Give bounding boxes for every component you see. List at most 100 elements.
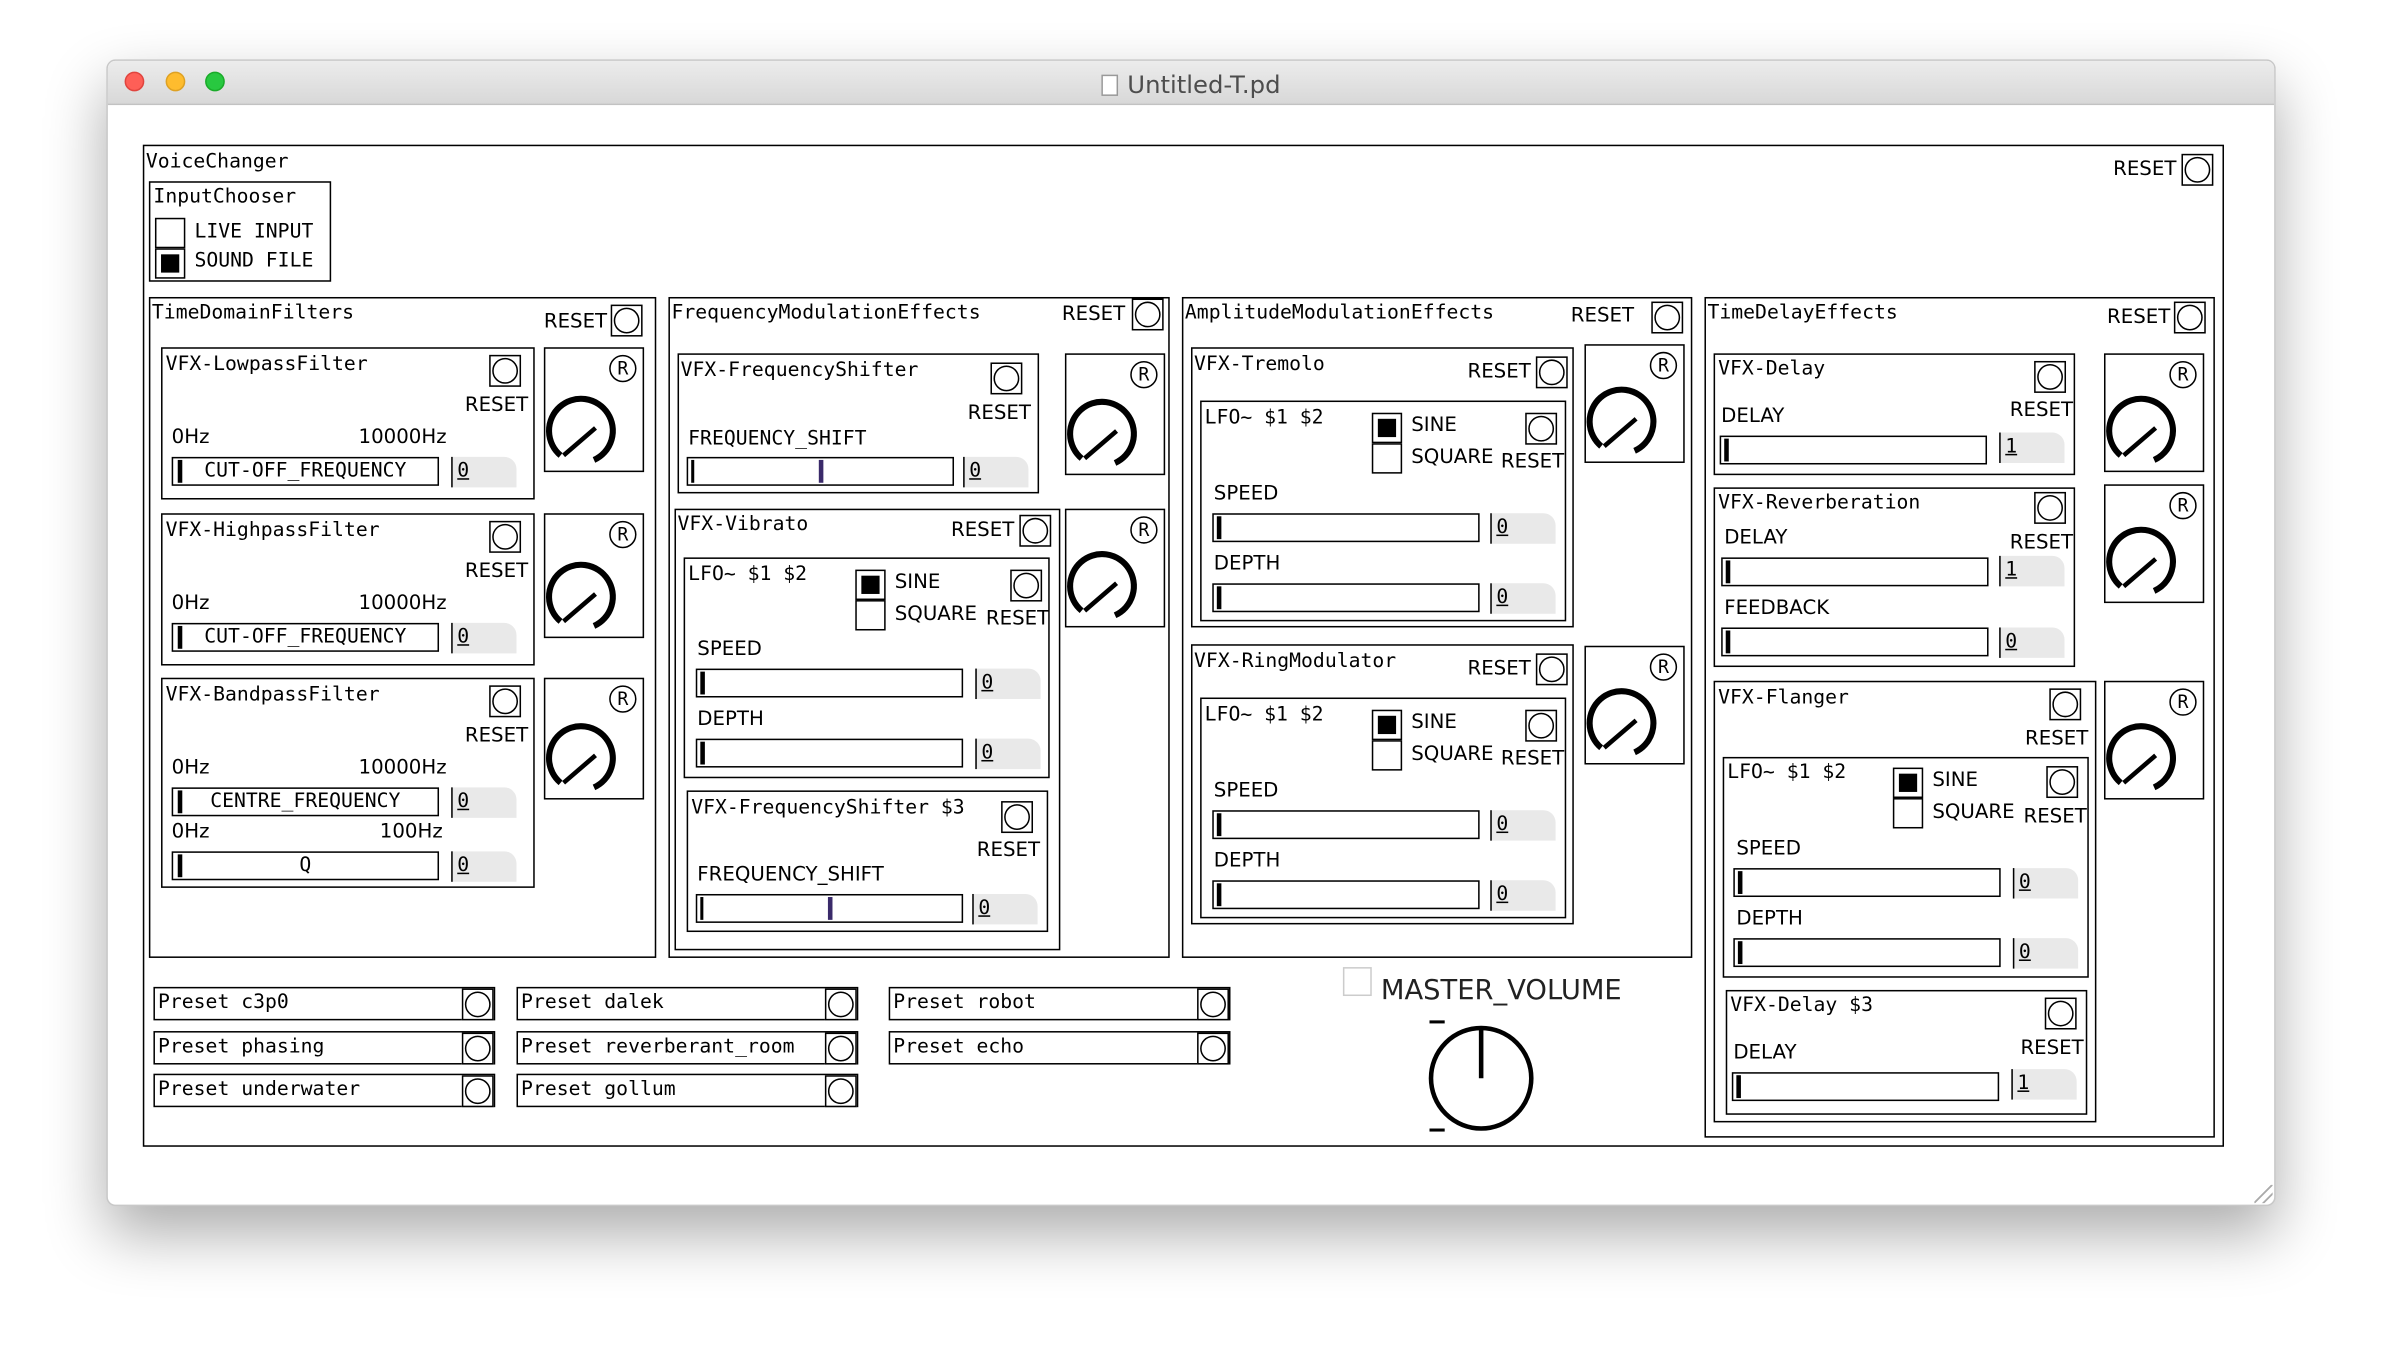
ring-knob[interactable]: R [1584, 645, 1685, 765]
ring-depth-slider[interactable] [1212, 880, 1480, 910]
bandpass-number-box[interactable]: 0 [451, 787, 517, 818]
flanger-sine-radio[interactable] [1892, 767, 1924, 799]
highpass-number-box[interactable]: 0 [451, 622, 517, 654]
preset-bang-button[interactable] [1197, 1032, 1229, 1065]
lowpass-reset-button[interactable] [489, 354, 522, 387]
delay-number-box[interactable]: 1 [1999, 432, 2065, 463]
tremolo-depth-number-box[interactable]: 0 [1490, 583, 1556, 614]
voice-changer-reset-button[interactable] [2181, 153, 2214, 186]
time-delay-label: TimeDelayEffects [1707, 301, 1898, 325]
preset-bang-button[interactable] [461, 1075, 494, 1108]
bandpass-knob[interactable]: R [543, 677, 645, 800]
preset-gollum[interactable]: Preset gollum [516, 1073, 859, 1108]
tremolo-reset-button[interactable] [1535, 356, 1568, 389]
time-domain-reset-button[interactable] [610, 304, 643, 337]
preset-underwater[interactable]: Preset underwater [153, 1073, 496, 1108]
ring-sine-radio[interactable] [1371, 709, 1403, 741]
delay-slider[interactable] [1719, 435, 1988, 465]
preset-reverberant-room[interactable]: Preset reverberant_room [516, 1031, 859, 1065]
reverb-delay-number-box[interactable]: 1 [1999, 555, 2065, 587]
preset-echo[interactable]: Preset echo [888, 1031, 1231, 1065]
ring-square-radio[interactable] [1371, 740, 1403, 771]
highpass-knob[interactable]: R [543, 513, 645, 639]
vibrato-square-radio[interactable] [855, 600, 886, 631]
highpass-cutoff-slider[interactable]: CUT-OFF_FREQUENCY [171, 622, 440, 652]
preset-bang-button[interactable] [824, 988, 857, 1021]
preset-bang-button[interactable] [461, 988, 494, 1021]
tremolo-depth-slider[interactable] [1212, 583, 1480, 613]
vibrato-shifter-slider[interactable] [695, 893, 964, 923]
lowpass-knob[interactable]: R [543, 347, 645, 473]
bandpass-q-number-box[interactable]: 0 [451, 851, 517, 882]
flanger-square-radio[interactable] [1892, 798, 1924, 829]
ring-reset-button[interactable] [1535, 653, 1568, 686]
live-input-radio[interactable] [154, 217, 186, 249]
tremolo-speed-slider[interactable] [1212, 513, 1480, 543]
flanger-speed-slider[interactable] [1733, 868, 2001, 898]
vibrato-lfo-reset-button[interactable] [1010, 569, 1043, 602]
freq-shifter-number-box[interactable]: 0 [963, 456, 1029, 488]
bandpass-centre-slider[interactable]: CENTRE_FREQUENCY [171, 787, 440, 817]
flanger-speed-number-box[interactable]: 0 [2012, 868, 2079, 899]
flanger-reset-button[interactable] [2049, 688, 2082, 721]
preset-bang-button[interactable] [824, 1032, 857, 1065]
tremolo-knob[interactable]: R [1584, 344, 1685, 463]
flanger-delay-reset-button[interactable] [2044, 997, 2077, 1030]
reverb-reset-button[interactable] [2034, 491, 2067, 524]
vibrato-depth-number-box[interactable]: 0 [975, 738, 1041, 770]
amp-mod-reset-button[interactable] [1651, 301, 1684, 334]
resize-grip-icon[interactable] [2254, 1184, 2273, 1204]
reverb-knob[interactable]: R [2103, 484, 2205, 604]
vibrato-shifter-number-box[interactable]: 0 [972, 893, 1038, 925]
preset-bang-button[interactable] [461, 1032, 494, 1065]
flanger-delay-number-box[interactable]: 1 [2011, 1069, 2077, 1100]
flanger-lfo-reset-button[interactable] [2046, 766, 2079, 799]
sound-file-radio[interactable] [154, 248, 186, 279]
preset-dalek[interactable]: Preset dalek [516, 986, 859, 1021]
tremolo-lfo-reset-button[interactable] [1525, 412, 1558, 445]
vibrato-depth-slider[interactable] [695, 738, 964, 768]
ring-speed-number-box[interactable]: 0 [1490, 810, 1556, 841]
tremolo-sine-radio[interactable] [1371, 412, 1403, 444]
vibrato-sine-radio[interactable] [855, 569, 886, 601]
ring-depth-number-box[interactable]: 0 [1490, 880, 1556, 911]
ring-speed-slider[interactable] [1212, 810, 1480, 840]
flanger-knob[interactable]: R [2103, 680, 2205, 800]
flanger-depth-slider[interactable] [1733, 938, 2001, 968]
preset-phasing[interactable]: Preset phasing [153, 1031, 496, 1065]
vibrato-speed-number-box[interactable]: 0 [975, 668, 1041, 700]
flanger-delay-slider[interactable] [1731, 1072, 2000, 1102]
bandpass-reset-button[interactable] [489, 685, 522, 718]
lowpass-cutoff-slider[interactable]: CUT-OFF_FREQUENCY [171, 456, 440, 486]
vibrato-speed-slider[interactable] [695, 668, 964, 698]
vibrato-label: VFX-Vibrato [677, 513, 809, 537]
master-volume-knob[interactable] [1420, 1017, 1542, 1139]
ring-lfo-reset-button[interactable] [1525, 709, 1558, 742]
delay-knob[interactable]: R [2103, 353, 2205, 473]
freq-shifter-slider[interactable] [686, 456, 955, 486]
preset-bang-button[interactable] [824, 1075, 857, 1108]
preset-c3p0[interactable]: Preset c3p0 [153, 986, 496, 1021]
flanger-depth-number-box[interactable]: 0 [2012, 938, 2079, 969]
vibrato-knob[interactable]: R [1064, 508, 1166, 628]
bandpass-q-max-label: 100Hz [379, 820, 443, 844]
preset-bang-button[interactable] [1197, 988, 1229, 1021]
lowpass-number-box[interactable]: 0 [451, 456, 517, 488]
bandpass-q-slider[interactable]: Q [171, 851, 440, 881]
vibrato-shifter-reset-button[interactable] [1001, 801, 1034, 834]
reverb-feedback-slider[interactable] [1721, 627, 1989, 657]
delay-reset-button[interactable] [2034, 360, 2067, 393]
freq-shifter-knob[interactable]: R [1064, 353, 1166, 476]
tremolo-square-radio[interactable] [1371, 443, 1403, 474]
preset-robot[interactable]: Preset robot [888, 986, 1231, 1021]
preset-label: Preset underwater [157, 1078, 361, 1102]
reverb-feedback-number-box[interactable]: 0 [1999, 627, 2065, 658]
tremolo-speed-number-box[interactable]: 0 [1490, 513, 1556, 544]
highpass-reset-button[interactable] [489, 520, 522, 553]
vibrato-reset-button[interactable] [1019, 514, 1052, 547]
reverb-delay-slider[interactable] [1721, 557, 1989, 587]
time-delay-reset-button[interactable] [2173, 301, 2206, 334]
freq-shifter-reset-button[interactable] [990, 362, 1023, 395]
freq-mod-reset-button[interactable] [1131, 298, 1164, 331]
flanger-delay-reset-label: RESET [2020, 1037, 2084, 1060]
